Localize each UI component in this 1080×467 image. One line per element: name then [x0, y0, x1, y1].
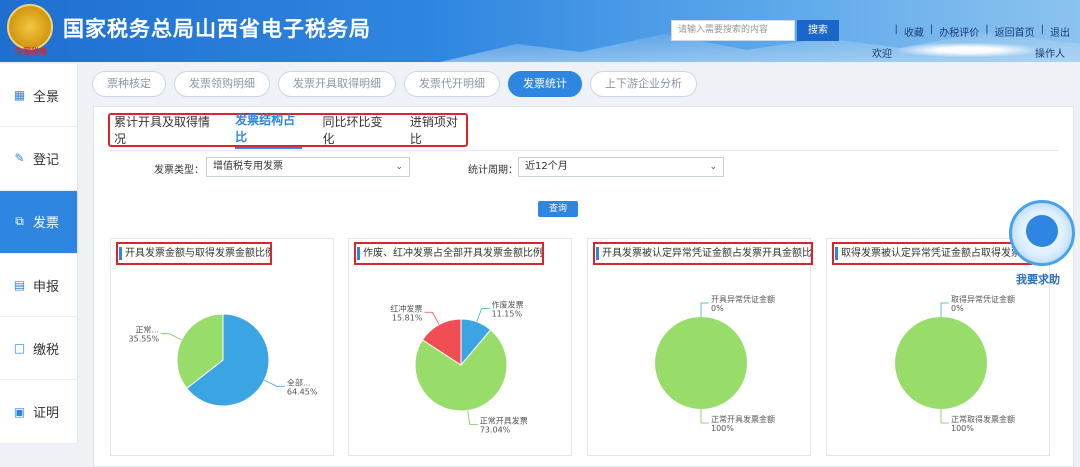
pie-chart: 全部...64.45% 正常...35.55%	[129, 313, 318, 407]
main-panel: 累计开具及取得情况 发票结构占比 同比环比变化 进销项对比 发票类型： 增值税专…	[93, 106, 1074, 467]
subtab-input-output[interactable]: 进销项对比	[410, 113, 466, 147]
pie-leader-line	[700, 409, 709, 424]
link-rating[interactable]: 办税评价	[939, 24, 979, 39]
sidebar-item-register[interactable]: ✎ 登记	[0, 127, 77, 191]
pie-leader-line	[476, 308, 490, 322]
pie-slice-label: 作废发票	[492, 300, 524, 310]
pie-leader-line	[264, 379, 285, 387]
pay-icon: □	[13, 341, 26, 356]
pie-slice-value: 11.15%	[492, 310, 523, 319]
chevron-down-icon: ⌄	[395, 162, 403, 172]
invoice-type-value: 增值税专用发票	[213, 161, 283, 172]
period-value: 近12个月	[525, 161, 568, 172]
chevron-down-icon: ⌄	[709, 162, 717, 172]
subtab-cumulative[interactable]: 累计开具及取得情况	[114, 113, 215, 147]
pie-slice-label: 正常开具发票	[480, 415, 528, 425]
help-button[interactable]	[1009, 200, 1075, 266]
tab-divider	[108, 150, 1058, 151]
pie-slice[interactable]	[895, 317, 987, 409]
declare-icon: ▤	[13, 278, 26, 293]
emblem-caption: 中国税务	[15, 46, 47, 56]
sidebar-item-certificate[interactable]: ▣ 证明	[0, 380, 77, 444]
site-title: 国家税务总局山西省电子税务局	[63, 17, 371, 41]
pie-slice[interactable]	[655, 317, 747, 409]
welcome-role: 操作人	[1035, 49, 1065, 60]
sidebar-item-label: 证明	[33, 406, 60, 422]
tab-invoice-statistics[interactable]: 发票统计	[508, 71, 582, 97]
sidebar-item-label: 全景	[33, 89, 60, 105]
search-input[interactable]: 请输入需要搜索的内容	[671, 20, 795, 41]
top-tabs: 票种核定 发票领购明细 发票开具取得明细 发票代开明细 发票统计 上下游企业分析	[92, 71, 697, 97]
pie-slice-value: 0%	[951, 304, 964, 313]
subtab-yoy-mom[interactable]: 同比环比变化	[322, 113, 389, 147]
register-icon: ✎	[14, 151, 25, 166]
pie-leader-line	[161, 333, 182, 341]
headset-icon	[1026, 215, 1058, 247]
pie-slice-value: 15.81%	[392, 313, 423, 322]
pie-slice-label: 取得异常凭证金额	[951, 294, 1015, 304]
pie-leader-line	[700, 302, 709, 317]
pie-slice-value: 64.45%	[287, 387, 318, 396]
pie-slice-value: 73.04%	[480, 425, 511, 434]
pie-chart: 作废发票11.15% 正常开具发票73.04% 红冲发票15.81%	[390, 300, 528, 435]
chart-card-issue-vs-obtain: 开具发票金额与取得发票金额比例 全部... 64.45% 正常... 35.55%	[110, 238, 334, 456]
chart-card-void-redflush: 作废、红冲发票占全部开具发票金额比例 作废发票 11.15% 正常开具发票 73.04…	[348, 238, 572, 456]
tab-issue-obtain-detail[interactable]: 发票开具取得明细	[278, 71, 396, 97]
pie-slice-label: 正常开具发票金额	[711, 414, 775, 424]
sidebar-item-label: 登记	[33, 152, 60, 168]
pie-slice-value: 100%	[951, 424, 974, 433]
sidebar-item-label: 发票	[33, 216, 60, 232]
link-favorite[interactable]: 收藏	[904, 24, 924, 39]
certificate-icon: ▣	[13, 404, 26, 419]
sidebar: ▦ 全景 ✎ 登记 ⧉ 发票 ▤ 申报 □ 缴税 ▣ 证明	[0, 64, 78, 444]
tab-proxy-issue-detail[interactable]: 发票代开明细	[404, 71, 500, 97]
pie-slice-label: 全部...	[287, 377, 311, 387]
pie-slice-label: 正常取得发票金额	[951, 414, 1015, 424]
sidebar-item-declare[interactable]: ▤ 申报	[0, 254, 77, 318]
pie-leader-line	[940, 409, 949, 424]
tax-emblem-icon	[7, 4, 53, 50]
pie-slice-value: 100%	[711, 424, 734, 433]
chart-card-issue-abnormal: 开具发票被认定异常凭证金额占发票开具金额比例 开具异常凭证金额 0% 正常开具发票金…	[587, 238, 813, 456]
sidebar-item-overview[interactable]: ▦ 全景	[0, 64, 77, 128]
subtab-structure-ratio[interactable]: 发票结构占比	[235, 111, 303, 149]
link-home[interactable]: 返回首页	[995, 24, 1035, 39]
sub-tabs: 累计开具及取得情况 发票结构占比 同比环比变化 进销项对比	[108, 111, 468, 149]
pie-slice-value: 35.55%	[129, 335, 160, 344]
welcome-text: 欢迎	[872, 49, 892, 60]
redacted-username	[898, 43, 1038, 57]
pie-slice-value: 0%	[711, 304, 724, 313]
period-select[interactable]: 近12个月 ⌄	[518, 157, 724, 177]
help-label[interactable]: 我要求助	[1016, 271, 1060, 287]
pie-leader-line	[424, 311, 440, 325]
pie-slice-label: 开具异常凭证金额	[711, 294, 775, 304]
pie-chart: 开具异常凭证金额0% 正常开具发票金额100%	[655, 294, 775, 433]
tab-purchase-detail[interactable]: 发票领购明细	[174, 71, 270, 97]
tab-supply-chain-analysis[interactable]: 上下游企业分析	[590, 71, 697, 97]
query-button[interactable]: 查询	[538, 201, 578, 217]
pie-slice-label: 红冲发票	[390, 303, 422, 313]
invoice-type-label: 发票类型：	[154, 165, 204, 176]
invoice-icon: ⧉	[15, 214, 24, 229]
sidebar-item-label: 缴税	[33, 342, 60, 358]
pie-leader-line	[940, 302, 949, 317]
tab-ticket-type[interactable]: 票种核定	[92, 71, 166, 97]
pie-leader-line	[467, 410, 478, 425]
grid-icon: ▦	[13, 88, 26, 103]
sidebar-item-label: 申报	[33, 279, 60, 295]
period-label: 统计周期：	[468, 165, 518, 176]
sidebar-item-pay[interactable]: □ 缴税	[0, 317, 77, 381]
link-logout[interactable]: 退出	[1050, 24, 1070, 39]
invoice-type-select[interactable]: 增值税专用发票 ⌄	[206, 157, 410, 177]
search-button[interactable]: 搜索	[797, 20, 839, 41]
sidebar-item-invoice[interactable]: ⧉ 发票	[0, 190, 77, 254]
pie-slice-label: 正常...	[135, 326, 159, 335]
header-links: | 收藏 | 办税评价 | 返回首页 | 退出	[894, 24, 1071, 39]
